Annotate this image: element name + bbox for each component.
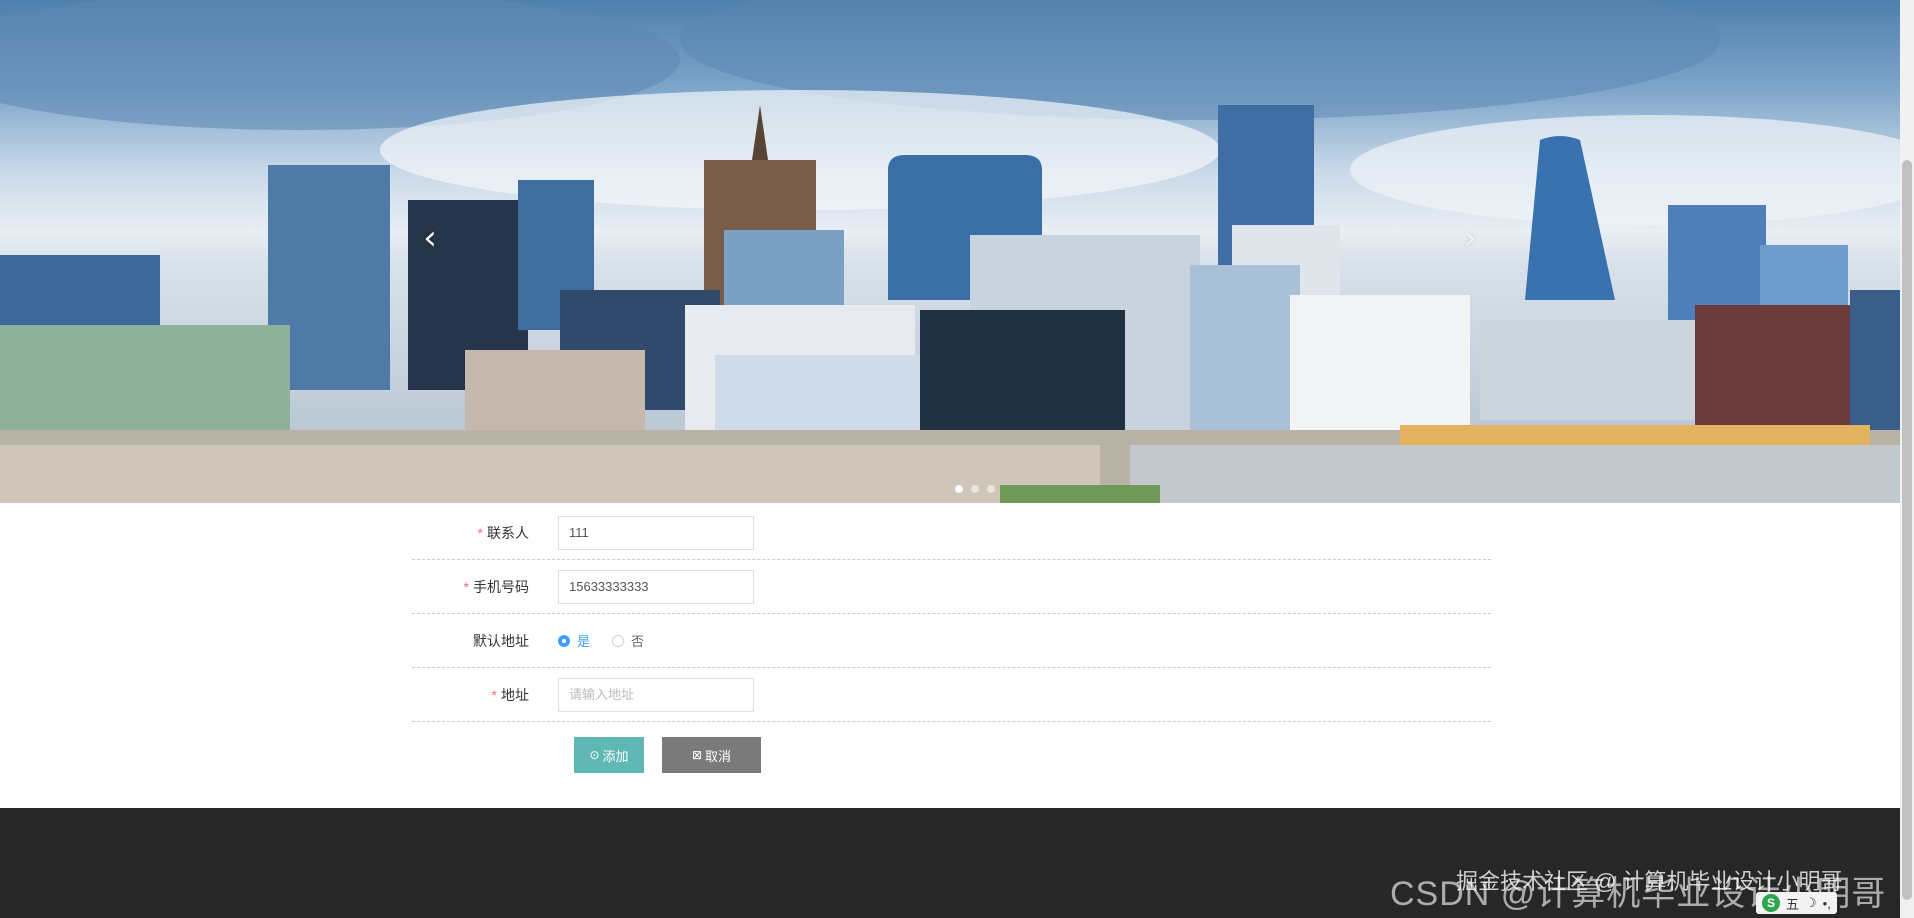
carousel-dot[interactable]: [955, 485, 963, 493]
city-skyline-image: [0, 0, 1900, 503]
form-row-default-address: 默认地址 是 否: [412, 614, 1491, 668]
close-square-icon: ⊠: [691, 748, 703, 762]
check-circle-icon: ⊙: [589, 748, 600, 762]
address-label: * 地址: [491, 686, 529, 703]
phone-label: * 手机号码: [463, 578, 529, 595]
contact-label: * 联系人: [477, 524, 529, 541]
phone-input[interactable]: [558, 569, 754, 604]
carousel-indicators: [955, 485, 995, 493]
carousel-dot[interactable]: [987, 485, 995, 493]
contact-input[interactable]: [558, 515, 754, 550]
form-actions: ⊙ 添加 ⊠ 取消: [574, 737, 761, 773]
punctuation-icon: •,: [1822, 895, 1831, 911]
ime-tray[interactable]: S 五 ☽ •,: [1756, 892, 1837, 914]
default-address-label: 默认地址: [473, 632, 529, 649]
ime-mode-label: 五: [1786, 896, 1800, 912]
scrollbar-thumb[interactable]: [1902, 160, 1912, 900]
hero-banner: ‹ ›: [0, 0, 1900, 503]
carousel-next-arrow[interactable]: ›: [1450, 218, 1490, 258]
moon-icon: ☽: [1805, 895, 1817, 910]
form-row-contact: * 联系人: [412, 506, 1491, 560]
address-form: *联系人 *手机号码 默认地址 是 否 *地址: [412, 506, 1491, 722]
radio-unchecked-icon: [612, 634, 625, 647]
sogou-ime-icon: S: [1762, 894, 1780, 912]
radio-checked-icon: [558, 634, 570, 647]
form-row-phone: * 手机号码: [412, 560, 1491, 614]
address-input[interactable]: [558, 677, 754, 712]
required-mark: *: [477, 524, 483, 541]
carousel-dot[interactable]: [971, 485, 979, 493]
default-yes-radio[interactable]: 是: [558, 631, 590, 650]
default-no-radio[interactable]: 否: [612, 631, 644, 650]
page-scrollbar[interactable]: [1900, 0, 1914, 918]
cancel-button[interactable]: ⊠ 取消: [662, 737, 761, 773]
add-button[interactable]: ⊙ 添加: [574, 737, 644, 773]
required-mark: *: [491, 686, 497, 703]
form-row-address: * 地址: [412, 668, 1491, 722]
required-mark: *: [463, 578, 469, 595]
carousel-prev-arrow[interactable]: ‹: [410, 218, 450, 258]
